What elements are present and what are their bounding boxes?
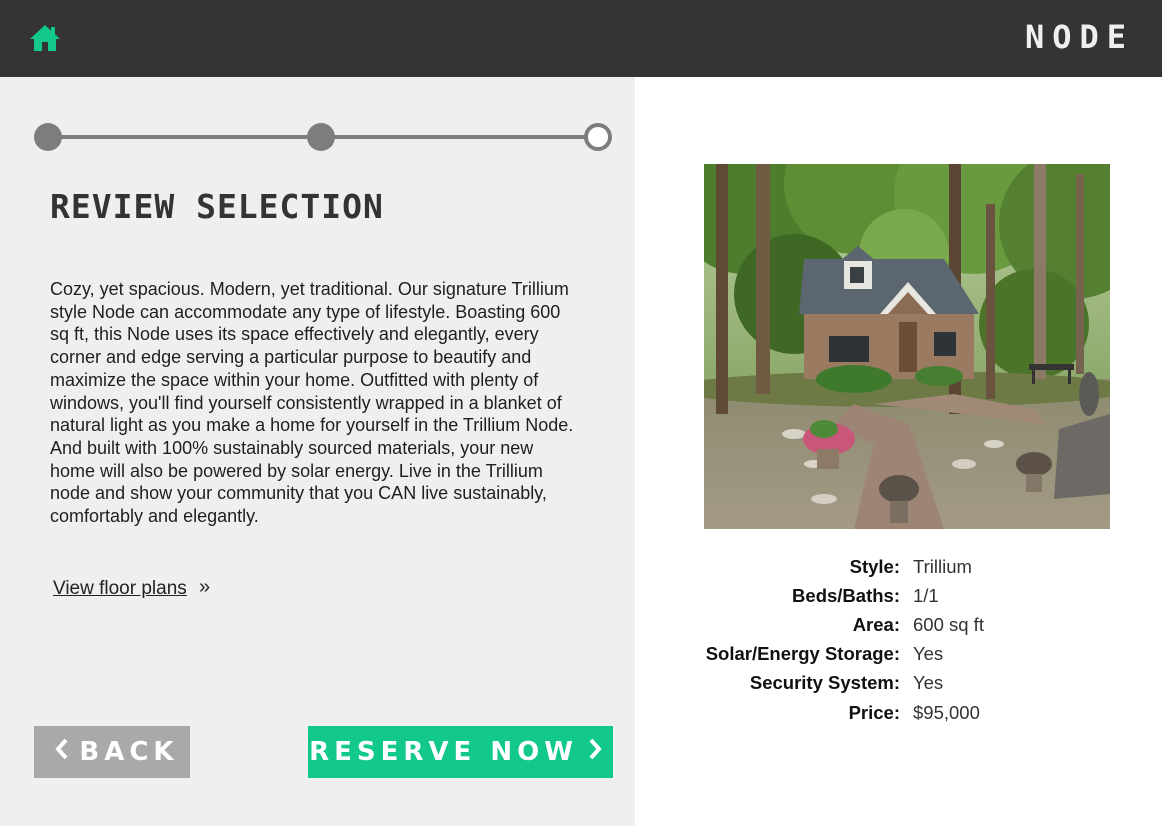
progress-stepper <box>34 123 614 153</box>
home-photo <box>704 164 1110 529</box>
home-description: Cozy, yet spacious. Modern, yet traditio… <box>50 279 574 527</box>
spec-label: Security System: <box>749 672 900 694</box>
back-button[interactable]: BACK <box>34 726 190 778</box>
spec-list: Style: Trillium Beds/Baths: 1/1 Area: 60… <box>700 552 1120 727</box>
page-title: REVIEW SELECTION <box>50 187 384 226</box>
spec-value: 600 sq ft <box>913 613 984 635</box>
spec-row-security: Security System: Yes <box>700 669 1120 698</box>
reserve-now-button[interactable]: RESERVE NOW <box>308 726 613 778</box>
spec-label: Solar/Energy Storage: <box>705 643 900 665</box>
spec-label: Area: <box>852 613 900 635</box>
spec-value: Trillium <box>913 555 972 577</box>
spec-label: Beds/Baths: <box>792 584 900 606</box>
step-3-indicator <box>584 123 612 151</box>
spec-row-price: Price: $95,000 <box>700 698 1120 727</box>
reserve-button-label: RESERVE NOW <box>309 737 578 767</box>
top-nav-bar: NODE <box>0 0 1162 77</box>
step-connector <box>321 135 586 139</box>
double-chevron-right-icon[interactable]: » <box>199 576 210 599</box>
spec-label: Price: <box>848 701 900 723</box>
spec-row-beds-baths: Beds/Baths: 1/1 <box>700 581 1120 610</box>
spec-value: Yes <box>913 672 944 694</box>
review-panel: REVIEW SELECTION Cozy, yet spacious. Mod… <box>0 77 635 826</box>
spec-row-area: Area: 600 sq ft <box>700 610 1120 639</box>
back-button-label: BACK <box>79 737 179 767</box>
view-floor-plans-link[interactable]: View floor plans <box>53 578 187 600</box>
chevron-right-icon <box>588 737 602 767</box>
step-connector <box>48 135 321 139</box>
chevron-left-icon <box>55 737 69 767</box>
spec-label: Style: <box>849 555 900 577</box>
spec-value: Yes <box>913 643 944 665</box>
home-icon[interactable] <box>28 22 62 54</box>
spec-row-solar: Solar/Energy Storage: Yes <box>700 640 1120 669</box>
step-2-indicator <box>307 123 335 151</box>
step-1-indicator <box>34 123 62 151</box>
spec-value: $95,000 <box>913 701 980 723</box>
brand-logo[interactable]: NODE <box>1025 18 1134 56</box>
spec-row-style: Style: Trillium <box>700 552 1120 581</box>
spec-value: 1/1 <box>913 584 939 606</box>
